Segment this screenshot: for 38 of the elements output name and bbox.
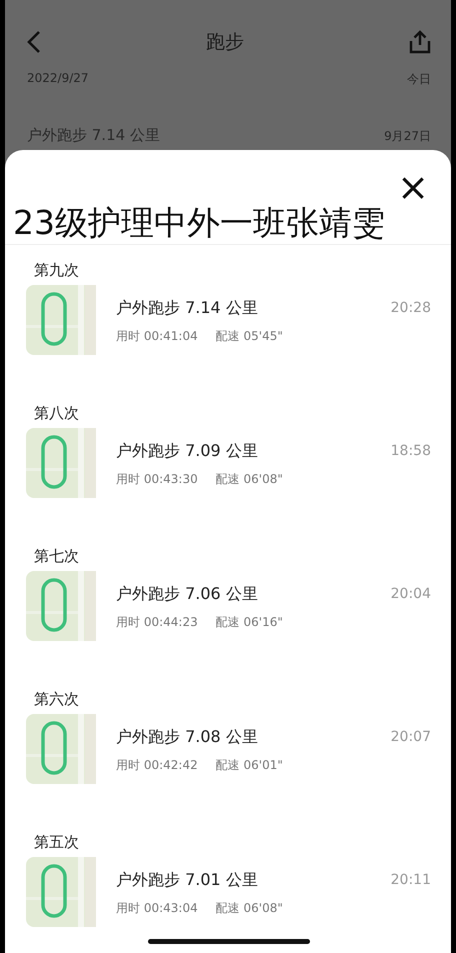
run-time: 20:07 [390,728,431,745]
run-title: 户外跑步 7.08 公里 [116,727,259,748]
pace-text: 配速 06'01" [216,757,283,774]
run-label: 第五次 [34,832,80,853]
duration-text: 用时 00:44:23 [116,614,198,631]
share-icon[interactable] [409,30,431,54]
run-item[interactable]: 户外跑步 7.08 公里 用时 00:42:42 配速 06'01" 20:07 [26,714,431,784]
run-label: 第七次 [34,546,80,567]
run-time: 20:28 [390,299,431,316]
page-title: 跑步 [206,30,244,55]
duration-text: 用时 00:41:04 [116,328,198,345]
run-title: 户外跑步 7.01 公里 [116,870,259,891]
back-icon[interactable] [27,30,41,54]
pace-text: 配速 06'08" [216,471,283,488]
duration-text: 用时 00:42:42 [116,757,198,774]
pace-text: 配速 05'45" [216,328,283,345]
run-item[interactable]: 户外跑步 7.06 公里 用时 00:44:23 配速 06'16" 20:04 [26,571,431,641]
run-label: 第八次 [34,403,80,424]
close-button[interactable]: × [397,172,429,202]
duration-text: 用时 00:43:04 [116,900,198,917]
run-time: 20:04 [390,585,431,602]
run-label: 第六次 [34,689,80,710]
pace-text: 配速 06'08" [216,900,283,917]
run-title: 户外跑步 7.09 公里 [116,441,259,462]
sheet-title: 23级护理中外一班张靖雯 [5,202,451,245]
date-tag: 今日 [407,71,431,88]
run-title: 户外跑步 7.06 公里 [116,584,259,605]
run-time: 18:58 [390,442,431,459]
date-text: 2022/9/27 [27,71,89,87]
duration-text: 用时 00:43:30 [116,471,198,488]
pace-text: 配速 06'16" [216,614,283,631]
run-title: 户外跑步 7.14 公里 [116,298,259,319]
record-date: 9月27日 [384,128,431,145]
run-time: 20:11 [390,871,431,888]
run-label: 第九次 [34,260,80,281]
run-item[interactable]: 户外跑步 7.09 公里 用时 00:43:30 配速 06'08" 18:58 [26,428,431,498]
run-item[interactable]: 户外跑步 7.01 公里 用时 00:43:04 配速 06'08" 20:11 [26,857,431,927]
run-item[interactable]: 户外跑步 7.14 公里 用时 00:41:04 配速 05'45" 20:28 [26,285,431,355]
